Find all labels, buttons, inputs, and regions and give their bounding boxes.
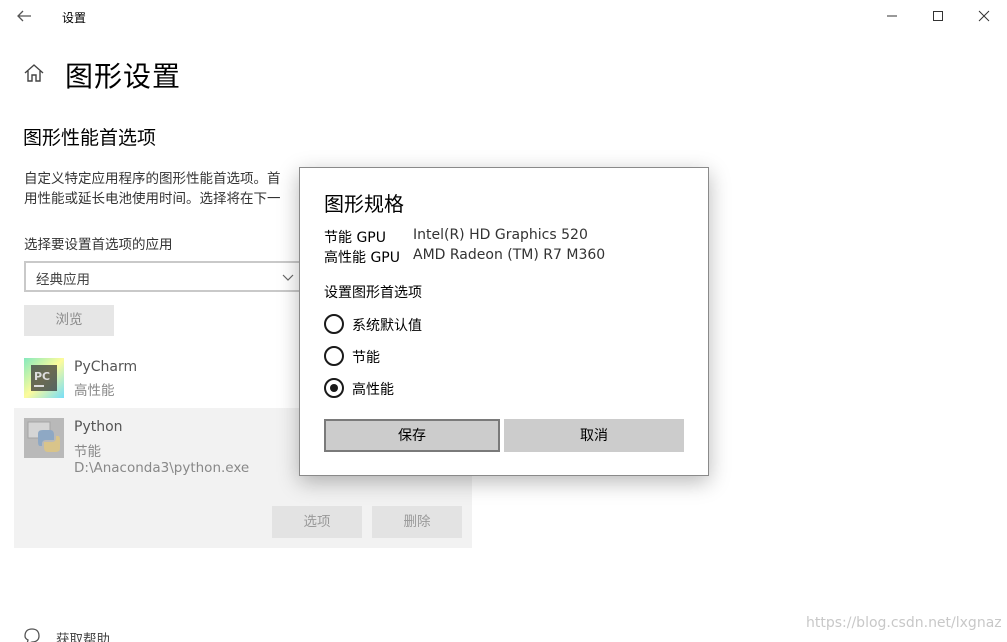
power-saving-gpu-value: Intel(R) HD Graphics 520	[413, 227, 588, 243]
help-label: 获取帮助	[56, 632, 110, 642]
svg-text:PC: PC	[34, 370, 50, 383]
power-saving-gpu-label: 节能 GPU	[324, 230, 386, 246]
close-button[interactable]	[972, 4, 996, 28]
app-path: D:\Anaconda3\python.exe	[74, 460, 250, 476]
radio-system-default[interactable]: 系统默认值	[324, 314, 524, 336]
app-preference: 节能	[74, 444, 101, 460]
watermark: https://blog.csdn.net/lxgnaz	[806, 615, 1002, 631]
save-button[interactable]: 保存	[324, 419, 500, 452]
radio-power-saving[interactable]: 节能	[324, 346, 524, 368]
radio-circle	[324, 378, 344, 398]
minimize-icon	[887, 15, 897, 17]
graphics-spec-dialog: 图形规格 节能 GPU Intel(R) HD Graphics 520 高性能…	[299, 167, 709, 476]
radio-label: 高性能	[352, 382, 394, 398]
cancel-button[interactable]: 取消	[504, 419, 684, 452]
description-line-2: 用性能或延长电池使用时间。选择将在下一	[24, 191, 281, 207]
section-description: 自定义特定应用程序的图形性能首选项。首 用性能或延长电池使用时间。选择将在下一	[24, 169, 299, 209]
python-app-icon	[24, 418, 64, 458]
title-bar: 设置	[0, 0, 1007, 32]
options-button[interactable]: 选项	[272, 506, 362, 538]
app-type-dropdown[interactable]: 经典应用	[24, 261, 304, 292]
radio-circle	[324, 346, 344, 366]
high-perf-gpu-label: 高性能 GPU	[324, 250, 400, 266]
radio-label: 系统默认值	[352, 318, 422, 334]
maximize-button[interactable]	[926, 4, 950, 28]
dialog-title: 图形规格	[324, 192, 404, 216]
window-title: 设置	[62, 11, 87, 25]
app-name: Python	[74, 419, 123, 435]
home-button[interactable]	[22, 61, 46, 85]
radio-high-performance[interactable]: 高性能	[324, 378, 524, 400]
close-icon	[978, 10, 990, 22]
app-preference: 高性能	[74, 383, 115, 399]
back-button[interactable]	[12, 4, 36, 28]
description-line-1: 自定义特定应用程序的图形性能首选项。首	[24, 171, 281, 187]
browse-button[interactable]: 浏览	[24, 305, 114, 336]
dropdown-value: 经典应用	[36, 272, 90, 288]
app-select-label: 选择要设置首选项的应用	[24, 237, 173, 253]
back-arrow-icon	[17, 10, 31, 22]
radio-circle	[324, 314, 344, 334]
radio-label: 节能	[352, 350, 380, 366]
help-chat-icon	[24, 628, 40, 642]
preference-label: 设置图形首选项	[324, 285, 422, 301]
get-help-link[interactable]: 获取帮助	[22, 626, 142, 642]
maximize-icon	[933, 11, 943, 21]
chevron-down-icon	[282, 274, 294, 281]
home-icon	[24, 64, 44, 82]
app-name: PyCharm	[74, 359, 138, 375]
delete-button[interactable]: 删除	[372, 506, 462, 538]
radio-selected-dot	[330, 384, 338, 392]
high-perf-gpu-value: AMD Radeon (TM) R7 M360	[413, 247, 606, 263]
minimize-button[interactable]	[880, 4, 904, 28]
section-title: 图形性能首选项	[23, 127, 157, 149]
pycharm-app-icon: PC	[24, 358, 64, 398]
page-title: 图形设置	[65, 60, 182, 93]
